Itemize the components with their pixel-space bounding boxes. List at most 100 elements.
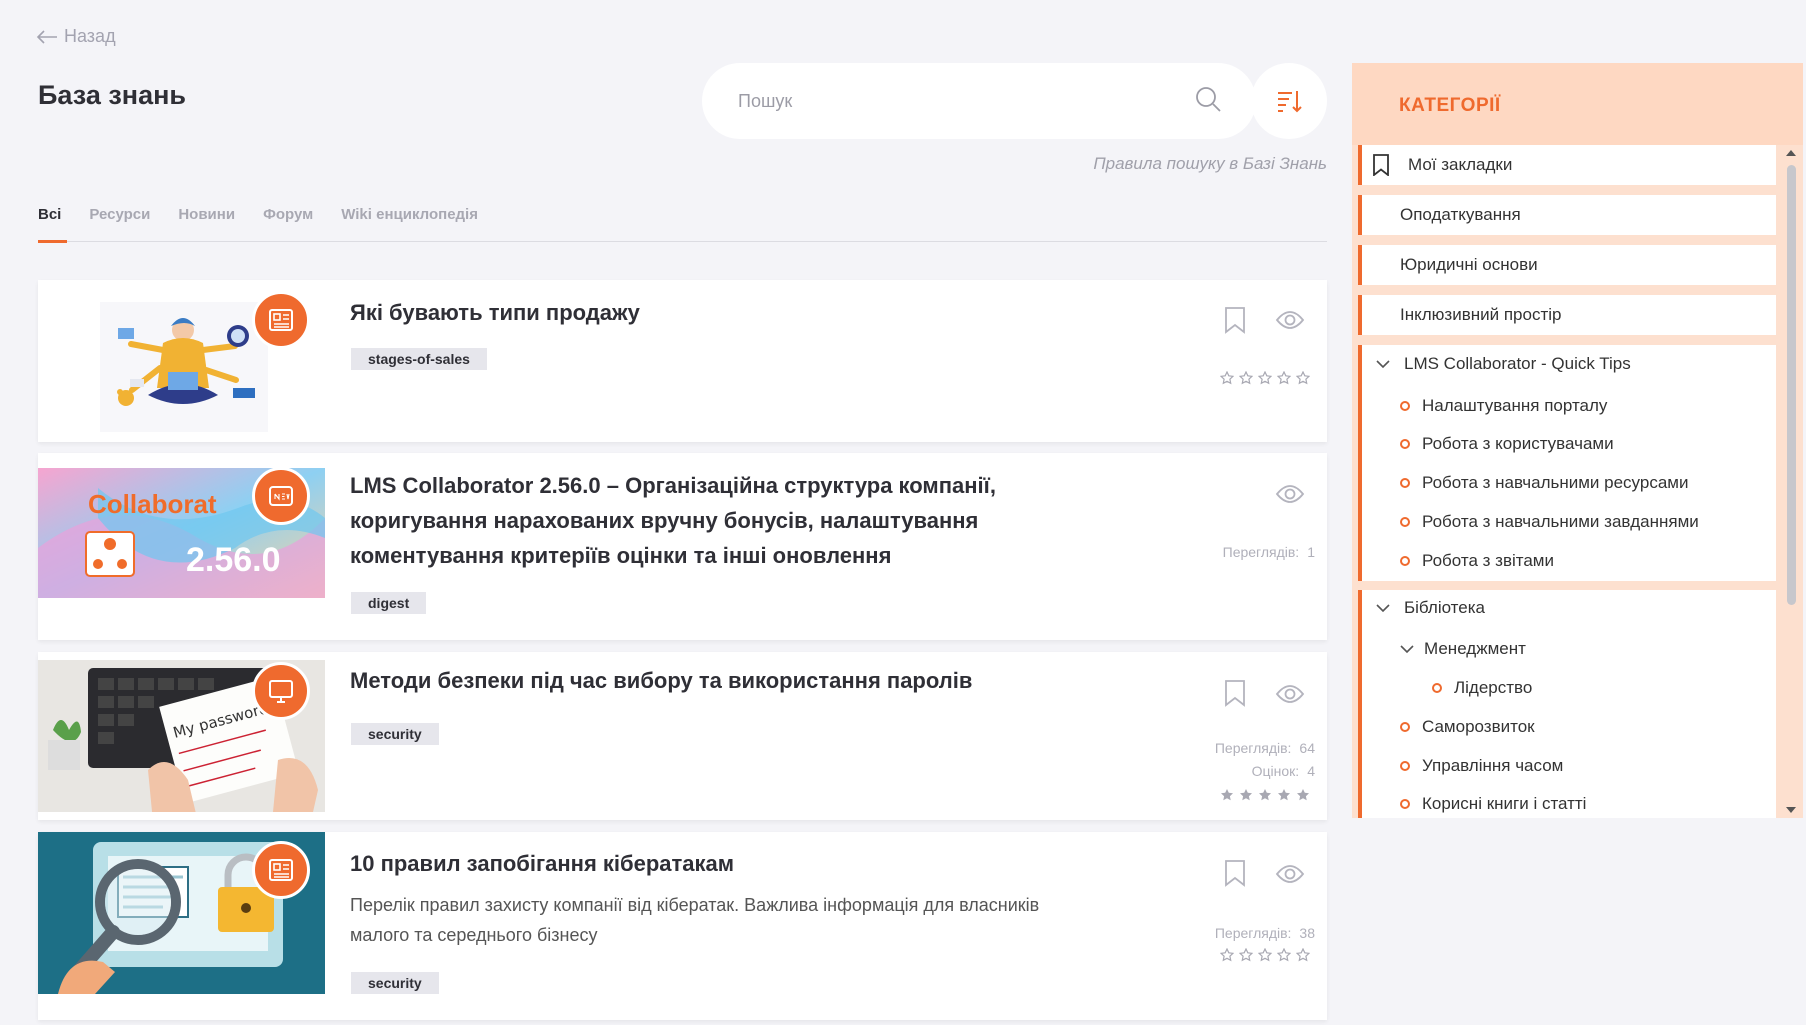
- category-label: Юридичні основи: [1400, 255, 1538, 274]
- card-tag[interactable]: security: [351, 972, 439, 994]
- views-label: Переглядів:: [1214, 925, 1292, 941]
- card-title[interactable]: 10 правил запобігання кібератакам: [350, 846, 734, 881]
- category-label: Лідерство: [1454, 678, 1533, 697]
- back-link[interactable]: Назад: [36, 26, 116, 47]
- article-badge: [252, 291, 310, 349]
- chevron-down-icon[interactable]: [1376, 598, 1390, 618]
- article-card[interactable]: 10 правил запобігання кібератакам Перелі…: [38, 832, 1327, 1020]
- category-item[interactable]: Робота з користувачами: [1400, 434, 1614, 454]
- category-inclusive[interactable]: Інклюзивний простір: [1358, 295, 1776, 335]
- chevron-down-icon[interactable]: [1400, 639, 1414, 659]
- category-group-lms: [1358, 345, 1776, 581]
- category-item[interactable]: Лідерство: [1432, 678, 1532, 698]
- article-badge: [252, 841, 310, 899]
- category-label: Налаштування порталу: [1422, 396, 1608, 415]
- card-tag[interactable]: security: [351, 723, 439, 745]
- card-thumbnail: My password: [38, 660, 325, 812]
- category-taxation[interactable]: Оподаткування: [1358, 195, 1776, 235]
- article-card[interactable]: Collaborat 2.56.0 LMS Collaborator 2.56.…: [38, 453, 1327, 640]
- category-item[interactable]: Управління часом: [1400, 756, 1563, 776]
- bookmark-icon[interactable]: [1223, 859, 1247, 892]
- category-item[interactable]: Саморозвиток: [1400, 717, 1535, 737]
- category-label: LMS Collaborator - Quick Tips: [1404, 354, 1631, 373]
- eye-icon[interactable]: [1275, 683, 1305, 710]
- card-thumbnail: [38, 832, 325, 994]
- eye-icon[interactable]: [1275, 483, 1305, 510]
- tab-wiki[interactable]: Wiki енциклопедія: [341, 200, 478, 242]
- category-label: Саморозвиток: [1422, 717, 1535, 736]
- category-item[interactable]: Корисні книги і статті: [1400, 794, 1586, 814]
- star-filled-icon[interactable]: [1277, 788, 1291, 802]
- category-item[interactable]: Налаштування порталу: [1400, 396, 1607, 416]
- card-title-line: LMS Collaborator 2.56.0 – Організаційна …: [350, 473, 996, 498]
- category-bookmarks[interactable]: Мої закладки: [1358, 145, 1776, 185]
- rating-stars[interactable]: [1220, 788, 1310, 802]
- scroll-down-icon[interactable]: [1782, 804, 1800, 816]
- category-item[interactable]: Робота з навчальними завданнями: [1400, 512, 1699, 532]
- star-icon[interactable]: [1277, 371, 1291, 385]
- views-count: 38: [1299, 925, 1315, 941]
- card-title-line: коригування нарахованих вручну бонусів, …: [350, 508, 979, 533]
- bullet-icon: [1400, 761, 1410, 771]
- search-input[interactable]: [738, 90, 1194, 112]
- rating-stars[interactable]: [1220, 948, 1310, 962]
- card-title[interactable]: Методи безпеки під час вибору та викорис…: [350, 663, 972, 698]
- bullet-icon: [1400, 556, 1410, 566]
- thumb-version-text: 2.56.0: [186, 541, 281, 579]
- categories-scrollbar[interactable]: [1782, 145, 1800, 818]
- star-icon[interactable]: [1258, 371, 1272, 385]
- tab-all[interactable]: Всі: [38, 200, 68, 243]
- card-title[interactable]: Які бувають типи продажу: [350, 295, 640, 330]
- bullet-icon: [1400, 439, 1410, 449]
- bullet-icon: [1400, 799, 1410, 809]
- article-card[interactable]: Які бувають типи продажу stages-of-sales: [38, 280, 1327, 442]
- bullet-icon: [1432, 683, 1442, 693]
- monitor-icon: [269, 680, 293, 703]
- scroll-up-icon[interactable]: [1782, 147, 1800, 159]
- category-legal[interactable]: Юридичні основи: [1358, 245, 1776, 285]
- star-icon[interactable]: [1239, 371, 1253, 385]
- category-label: Оподаткування: [1400, 205, 1521, 224]
- category-group-library: [1358, 590, 1776, 818]
- star-icon[interactable]: [1296, 948, 1310, 962]
- card-tag[interactable]: stages-of-sales: [351, 348, 487, 370]
- news-icon: [269, 486, 293, 506]
- category-lms-quick-tips[interactable]: LMS Collaborator - Quick Tips: [1376, 354, 1631, 374]
- category-library[interactable]: Бібліотека: [1376, 598, 1485, 618]
- star-icon[interactable]: [1277, 948, 1291, 962]
- card-tag[interactable]: digest: [351, 592, 427, 614]
- star-icon[interactable]: [1239, 948, 1253, 962]
- page-title: База знань: [38, 80, 186, 110]
- bookmark-icon[interactable]: [1223, 679, 1247, 712]
- views-label: Переглядів:: [1222, 544, 1300, 560]
- star-filled-icon[interactable]: [1220, 788, 1234, 802]
- category-item[interactable]: Робота з навчальними ресурсами: [1400, 473, 1688, 493]
- eye-icon[interactable]: [1275, 863, 1305, 890]
- tab-resources[interactable]: Ресурси: [89, 200, 150, 242]
- rating-stars[interactable]: [1220, 371, 1310, 385]
- star-icon[interactable]: [1220, 371, 1234, 385]
- tab-news[interactable]: Новини: [178, 200, 235, 242]
- article-card[interactable]: My password Методи безпеки під час вибор…: [38, 652, 1327, 820]
- course-badge: [252, 662, 310, 720]
- tab-forum[interactable]: Форум: [263, 200, 313, 242]
- sort-button[interactable]: [1251, 63, 1327, 139]
- search-rules-link[interactable]: Правила пошуку в Базі Знань: [1000, 154, 1327, 174]
- star-filled-icon[interactable]: [1239, 788, 1253, 802]
- chevron-down-icon[interactable]: [1376, 354, 1390, 374]
- card-stats: Переглядів: 38: [1215, 922, 1315, 945]
- bookmark-icon[interactable]: [1223, 306, 1247, 339]
- star-icon[interactable]: [1258, 948, 1272, 962]
- star-filled-icon[interactable]: [1258, 788, 1272, 802]
- eye-icon[interactable]: [1275, 309, 1305, 336]
- search-icon[interactable]: [1194, 85, 1222, 118]
- star-icon[interactable]: [1296, 371, 1310, 385]
- bullet-icon: [1400, 401, 1410, 411]
- star-icon[interactable]: [1220, 948, 1234, 962]
- star-filled-icon[interactable]: [1296, 788, 1310, 802]
- category-management[interactable]: Менеджмент: [1400, 639, 1526, 659]
- scrollbar-thumb[interactable]: [1787, 165, 1796, 605]
- bullet-icon: [1400, 722, 1410, 732]
- category-item[interactable]: Робота з звітами: [1400, 551, 1554, 571]
- card-title[interactable]: LMS Collaborator 2.56.0 – Організаційна …: [350, 468, 996, 573]
